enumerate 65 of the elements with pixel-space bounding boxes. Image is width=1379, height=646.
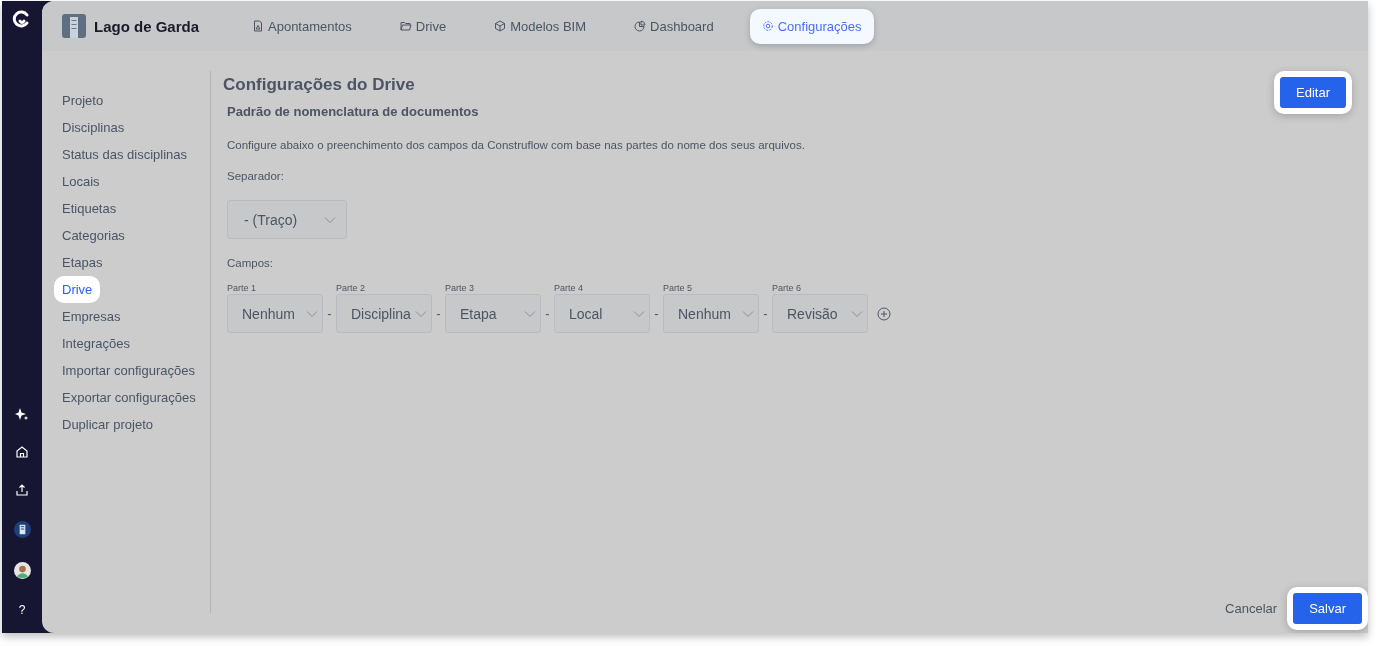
chevron-down-icon bbox=[742, 309, 754, 318]
nav-tab[interactable]: Configurações bbox=[749, 8, 874, 44]
part-select[interactable]: Nenhum bbox=[663, 294, 759, 333]
part-select[interactable]: Disciplina bbox=[336, 294, 432, 333]
field-label: Parte 1 bbox=[227, 283, 258, 293]
document-icon bbox=[252, 20, 264, 32]
help-link[interactable]: ? bbox=[18, 603, 26, 617]
part-select[interactable]: Local bbox=[554, 294, 650, 333]
fields-label: Campos: bbox=[227, 257, 275, 269]
field-label: Parte 4 bbox=[554, 283, 585, 293]
description-text: Configure abaixo o preenchimento dos campos da Construflow com base nas partes do nome dos seus arquivos. bbox=[227, 139, 806, 151]
chevron-down-icon bbox=[524, 309, 536, 318]
building-avatar-icon[interactable] bbox=[13, 521, 31, 538]
chevron-down-icon bbox=[633, 309, 645, 318]
sparkle-icon[interactable] bbox=[15, 407, 29, 421]
folder-icon bbox=[399, 20, 412, 32]
separator-label: Separador: bbox=[227, 170, 285, 182]
field-label: Parte 2 bbox=[336, 283, 367, 293]
edit-button[interactable]: Editar bbox=[1280, 77, 1346, 108]
part-select[interactable]: Nenhum bbox=[227, 294, 323, 333]
settings-menu-item[interactable]: Exportar configurações bbox=[54, 384, 204, 411]
separator-dash: - bbox=[544, 305, 551, 323]
part-select[interactable]: Revisão bbox=[772, 294, 868, 333]
part-select[interactable]: Etapa bbox=[445, 294, 541, 333]
project-name: Lago de Garda bbox=[94, 17, 201, 35]
chevron-down-icon bbox=[415, 309, 427, 318]
settings-menu-item[interactable]: Etapas bbox=[54, 249, 111, 276]
nav-tab[interactable]: Modelos BIM bbox=[482, 8, 599, 44]
chevron-down-icon bbox=[851, 309, 863, 318]
settings-menu-item[interactable]: Duplicar projeto bbox=[54, 411, 162, 438]
home-icon[interactable] bbox=[15, 445, 29, 459]
cancel-link[interactable]: Cancelar bbox=[1225, 601, 1278, 616]
separator-dash: - bbox=[762, 305, 769, 323]
cube-icon bbox=[494, 20, 507, 32]
settings-menu-item[interactable]: Disciplinas bbox=[54, 114, 133, 141]
settings-menu-item[interactable]: Empresas bbox=[54, 303, 129, 330]
chevron-down-icon bbox=[306, 309, 318, 318]
page-title: Configurações do Drive bbox=[223, 75, 415, 95]
settings-menu-item[interactable]: Locais bbox=[54, 168, 108, 195]
separator-dash: - bbox=[435, 305, 442, 323]
settings-menu-item[interactable]: Drive bbox=[54, 276, 101, 303]
settings-menu-item[interactable]: Importar configurações bbox=[54, 357, 203, 384]
building-thumbnail-icon bbox=[62, 14, 86, 38]
user-avatar-icon[interactable] bbox=[13, 562, 31, 579]
section-title: Padrão de nomenclatura de documentos bbox=[227, 104, 480, 119]
settings-menu-item[interactable]: Etiquetas bbox=[54, 195, 125, 222]
field-label: Parte 5 bbox=[663, 283, 694, 293]
field-label: Parte 6 bbox=[772, 283, 803, 293]
field-label: Parte 3 bbox=[445, 283, 476, 293]
separator-dash: - bbox=[326, 305, 333, 323]
gear-icon bbox=[761, 20, 774, 32]
separator-select[interactable]: - (Traço) bbox=[227, 200, 347, 239]
nav-tab[interactable]: Dashboard bbox=[622, 8, 726, 44]
settings-menu-item[interactable]: Integrações bbox=[54, 330, 138, 357]
separator-dash: - bbox=[653, 305, 660, 323]
nav-tab[interactable]: Apontamentos bbox=[240, 8, 364, 44]
upload-icon[interactable] bbox=[15, 483, 29, 497]
add-icon[interactable] bbox=[877, 307, 891, 321]
settings-menu-item[interactable]: Status das disciplinas bbox=[54, 141, 195, 168]
nav-tab[interactable]: Drive bbox=[387, 8, 459, 44]
settings-menu-item[interactable]: Categorias bbox=[54, 222, 133, 249]
pie-chart-icon bbox=[634, 20, 647, 32]
save-button[interactable]: Salvar bbox=[1293, 593, 1362, 624]
settings-menu-item[interactable]: Projeto bbox=[54, 87, 112, 114]
chevron-down-icon bbox=[324, 215, 336, 224]
